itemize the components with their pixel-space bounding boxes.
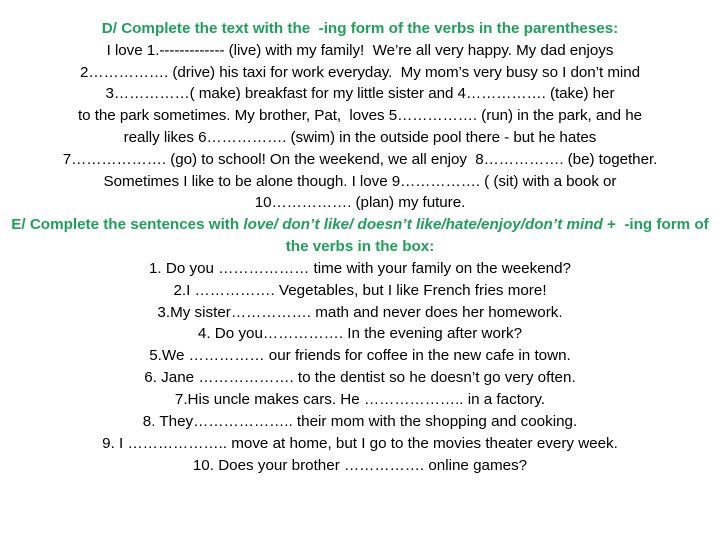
section-e: E/ Complete the sentences with love/ don… <box>8 214 712 477</box>
section-d-line: really likes 6……………. (swim) in the outsi… <box>123 128 597 146</box>
section-d-line: 3……………( make) breakfast for my little si… <box>105 85 615 103</box>
section-d-line: 2……………. (drive) his taxi for work everyd… <box>79 63 641 81</box>
list-item: 3.My sister……………. math and never does he… <box>157 303 563 321</box>
section-e-heading-part1: E/ Complete the sentences with <box>11 216 244 234</box>
section-e-heading-verb-list: love/ don’t like/ doesn’t like/hate/enjo… <box>243 216 603 234</box>
list-item: 9. I ……………….. move at home, but I go to … <box>102 435 618 453</box>
section-d-line: 7………………. (go) to school! On the weekend,… <box>62 150 658 168</box>
section-d-line: I love 1.------------- (live) with my fa… <box>106 41 614 59</box>
section-d-line: 10……………. (plan) my future. <box>254 194 466 212</box>
list-item: 2.I ……………. Vegetables, but I like French… <box>173 281 547 299</box>
section-d-line: to the park sometimes. My brother, Pat, … <box>77 107 643 125</box>
list-item: 4. Do you……………. In the evening after wor… <box>197 325 523 343</box>
section-d: D/ Complete the text with the -ing form … <box>8 18 712 214</box>
section-d-heading: D/ Complete the text with the -ing form … <box>101 20 619 37</box>
list-item: 10. Does your brother ……………. online game… <box>192 456 528 474</box>
section-e-heading: E/ Complete the sentences with love/ don… <box>8 214 712 258</box>
list-item: 8. They……………….. their mom with the shopp… <box>142 413 578 431</box>
section-d-line: Sometimes I like to be alone though. I l… <box>103 172 617 190</box>
list-item: 1. Do you ……………… time with your family o… <box>148 259 572 277</box>
list-item: 6. Jane ………………. to the dentist so he doe… <box>144 369 576 387</box>
list-item: 7.His uncle makes cars. He ……………….. in a… <box>174 391 546 409</box>
worksheet-slide: D/ Complete the text with the -ing form … <box>0 0 720 540</box>
list-item: 5.We …………… our friends for coffee in the… <box>149 347 571 365</box>
